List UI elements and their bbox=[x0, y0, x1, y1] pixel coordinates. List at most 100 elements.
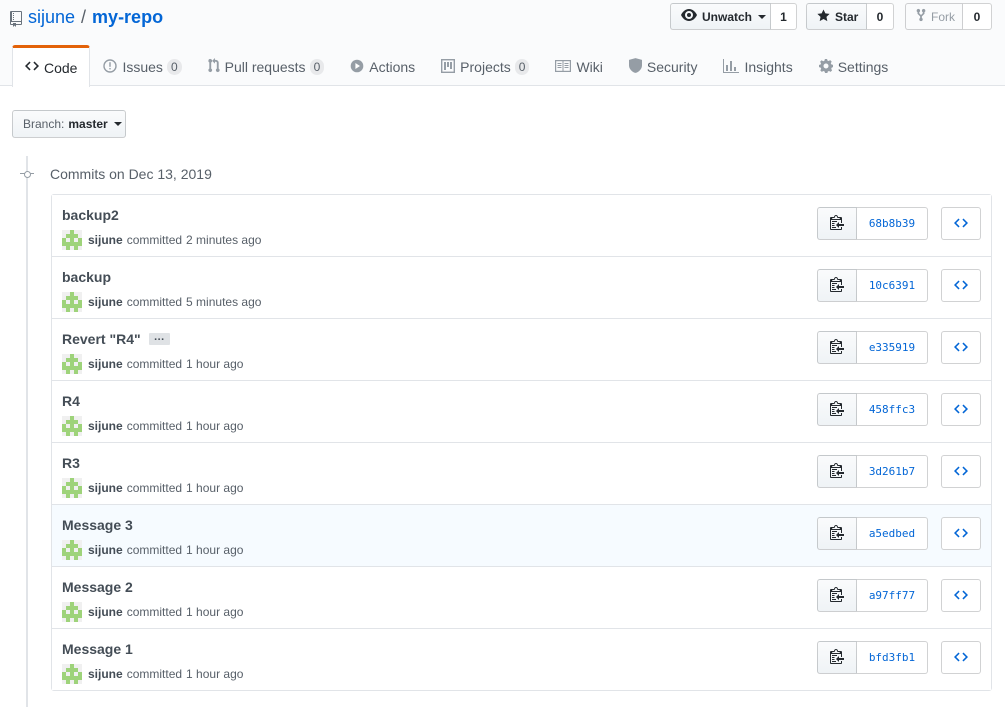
commit-sha-link[interactable]: a97ff77 bbox=[857, 579, 928, 612]
commit-message-link[interactable]: Revert "R4" bbox=[62, 330, 141, 348]
copy-sha-button[interactable] bbox=[817, 269, 857, 302]
commit-sha-link[interactable]: 10c6391 bbox=[857, 269, 928, 302]
copy-sha-button[interactable] bbox=[817, 207, 857, 240]
browse-tree-button[interactable] bbox=[941, 641, 981, 674]
commit-verb: committed bbox=[126, 667, 183, 681]
chevron-down-icon bbox=[758, 14, 767, 19]
copy-sha-button[interactable] bbox=[817, 455, 857, 488]
browse-tree-button[interactable] bbox=[941, 579, 981, 612]
forks-count[interactable]: 0 bbox=[963, 3, 992, 30]
tab-actions[interactable]: Actions bbox=[337, 45, 428, 86]
sha-group: bfd3fb1 bbox=[817, 641, 928, 674]
repo-header: sijune / my-repo Unwatch 1 Star 0 Fork 0… bbox=[0, 0, 1005, 87]
copy-sha-button[interactable] bbox=[817, 331, 857, 364]
avatar[interactable] bbox=[62, 230, 82, 250]
copy-sha-button[interactable] bbox=[817, 517, 857, 550]
copy-sha-button[interactable] bbox=[817, 393, 857, 426]
browse-tree-button[interactable] bbox=[941, 269, 981, 302]
commit-message-link[interactable]: R3 bbox=[62, 454, 80, 472]
commit-meta: sijune committed 1 hour ago bbox=[62, 602, 243, 622]
commit-row: Message 1 sijune committed 1 hour ago bfd3fb… bbox=[52, 628, 991, 690]
commit-message-link[interactable]: Message 1 bbox=[62, 640, 133, 658]
tab-insights[interactable]: Insights bbox=[710, 45, 805, 86]
avatar[interactable] bbox=[62, 664, 82, 684]
avatar[interactable] bbox=[62, 540, 82, 560]
commit-sha-link[interactable]: 458ffc3 bbox=[857, 393, 928, 426]
commit-sha-link[interactable]: e335919 bbox=[857, 331, 928, 364]
commit-message-line: Message 1 bbox=[62, 640, 133, 658]
tab-label: Projects bbox=[460, 59, 511, 75]
commit-author-link[interactable]: sijune bbox=[88, 293, 123, 311]
commit-message-link[interactable]: backup2 bbox=[62, 206, 119, 224]
commit-group-title: Commits on Dec 13, 2019 bbox=[50, 166, 212, 182]
commit-author-link[interactable]: sijune bbox=[88, 417, 123, 435]
commit-author-link[interactable]: sijune bbox=[88, 665, 123, 683]
commit-message-link[interactable]: Message 3 bbox=[62, 516, 133, 534]
code-icon bbox=[954, 402, 968, 418]
star-icon bbox=[817, 8, 830, 25]
tab-settings[interactable]: Settings bbox=[806, 45, 902, 86]
commit-sha-link[interactable]: a5edbed bbox=[857, 517, 928, 550]
tab-wiki[interactable]: Wiki bbox=[542, 45, 615, 86]
commit-author-link[interactable]: sijune bbox=[88, 541, 123, 559]
commit-sha-link[interactable]: bfd3fb1 bbox=[857, 641, 928, 674]
gear-icon bbox=[818, 58, 833, 76]
expand-message-button[interactable]: … bbox=[148, 332, 170, 345]
avatar[interactable] bbox=[62, 292, 82, 312]
browse-tree-button[interactable] bbox=[941, 393, 981, 426]
browse-tree-button[interactable] bbox=[941, 455, 981, 488]
commit-sha-link[interactable]: 3d261b7 bbox=[857, 455, 928, 488]
fork-label: Fork bbox=[931, 9, 955, 24]
clippy-icon bbox=[830, 462, 844, 481]
tab-code[interactable]: Code bbox=[12, 45, 91, 87]
relative-time: 5 minutes ago bbox=[186, 295, 262, 309]
commit-message-line: Message 3 bbox=[62, 516, 133, 534]
commit-author-link[interactable]: sijune bbox=[88, 479, 123, 497]
commit-author-link[interactable]: sijune bbox=[88, 603, 123, 621]
tab-projects[interactable]: Projects 0 bbox=[428, 45, 542, 86]
repo-name-link[interactable]: my-repo bbox=[92, 5, 163, 29]
copy-sha-button[interactable] bbox=[817, 579, 857, 612]
avatar[interactable] bbox=[62, 478, 82, 498]
tab-pull-requests[interactable]: Pull requests 0 bbox=[195, 45, 338, 86]
commit-author-link[interactable]: sijune bbox=[88, 355, 123, 373]
commit-sha-link[interactable]: 68b8b39 bbox=[857, 207, 928, 240]
commit-meta: sijune committed 5 minutes ago bbox=[62, 292, 261, 312]
avatar[interactable] bbox=[62, 416, 82, 436]
unwatch-button[interactable]: Unwatch bbox=[670, 3, 771, 30]
fork-button[interactable]: Fork bbox=[905, 3, 963, 30]
commit-message-line: R4 bbox=[62, 392, 80, 410]
code-icon bbox=[25, 60, 39, 75]
avatar[interactable] bbox=[62, 354, 82, 374]
commit-message-link[interactable]: Message 2 bbox=[62, 578, 133, 596]
code-icon bbox=[954, 526, 968, 542]
fork-icon bbox=[916, 8, 926, 25]
sha-group: 3d261b7 bbox=[817, 455, 928, 488]
browse-tree-button[interactable] bbox=[941, 207, 981, 240]
tab-label: Settings bbox=[837, 59, 889, 75]
sha-group: 10c6391 bbox=[817, 269, 928, 302]
browse-tree-button[interactable] bbox=[941, 517, 981, 550]
branch-select-button[interactable]: Branch: master bbox=[12, 110, 126, 138]
tab-label: Insights bbox=[744, 59, 793, 75]
relative-time: 1 hour ago bbox=[186, 419, 244, 433]
play-icon bbox=[350, 59, 364, 76]
fork-group: Fork 0 bbox=[905, 3, 992, 30]
commit-author-link[interactable]: sijune bbox=[88, 231, 123, 249]
repo-owner-link[interactable]: sijune bbox=[28, 5, 75, 29]
eye-icon bbox=[681, 9, 697, 24]
avatar[interactable] bbox=[62, 602, 82, 622]
copy-sha-button[interactable] bbox=[817, 641, 857, 674]
commit-message-link[interactable]: R4 bbox=[62, 392, 80, 410]
star-button[interactable]: Star bbox=[806, 3, 867, 30]
watchers-count[interactable]: 1 bbox=[771, 3, 797, 30]
browse-tree-button[interactable] bbox=[941, 331, 981, 364]
commit-meta: sijune committed 2 minutes ago bbox=[62, 230, 261, 250]
code-icon bbox=[954, 278, 968, 294]
commit-row: backup2 sijune committed 2 minutes ago 68b8b… bbox=[52, 195, 991, 256]
tab-security[interactable]: Security bbox=[616, 45, 711, 86]
stars-count[interactable]: 0 bbox=[867, 3, 894, 30]
commit-verb: committed bbox=[126, 295, 183, 309]
tab-issues[interactable]: Issues 0 bbox=[90, 45, 194, 86]
commit-message-link[interactable]: backup bbox=[62, 268, 111, 286]
